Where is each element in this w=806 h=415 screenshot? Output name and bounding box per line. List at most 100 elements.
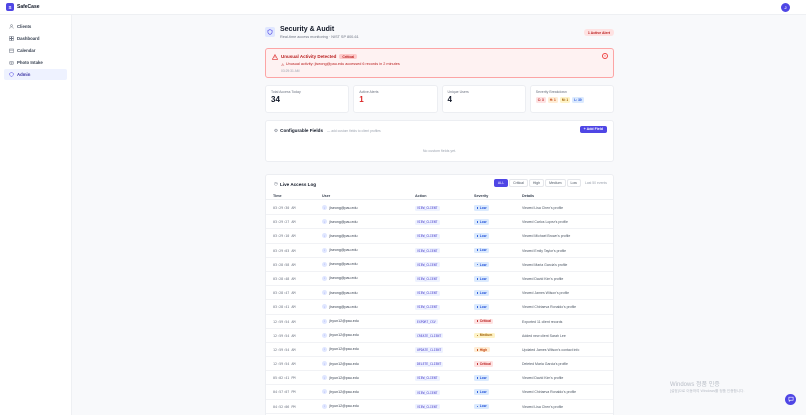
table-row[interactable]: 05:02:41 PM ◦ jhyun12@pau.edu VIEW_CLIENT Lo…	[266, 371, 613, 386]
table-row[interactable]: 03:28:48 AM ◦ jlseong@pau.edu VIEW_CLIENT Lo…	[266, 272, 613, 287]
severity-medium-count: M: 1	[559, 97, 571, 103]
row-time: 04:52:06 PM	[273, 404, 296, 409]
dashboard-icon	[9, 36, 14, 41]
active-alert-badge[interactable]: 1 Active Alert	[583, 29, 614, 36]
row-user: ◦ jhyun12@pau.edu	[322, 332, 359, 338]
table-row[interactable]: 12:59:54 AM ◦ jhyun12@pau.edu EXPORT_CSV Cri…	[266, 315, 613, 329]
configurable-fields-card: ⚙ Configurable Fields — add custom field…	[265, 120, 614, 162]
row-user-email: jlseong@pau.edu	[329, 233, 358, 238]
row-user-email: jhyun12@pau.edu	[329, 375, 359, 380]
table-row[interactable]: 03:29:10 AM ◦ jlseong@pau.edu VIEW_CLIENT Lo…	[266, 229, 613, 244]
user-avatar-icon: ◦	[322, 261, 327, 267]
sidebar-item-admin[interactable]: Admin	[4, 69, 67, 80]
row-details: Viewed Lisa Chen's profile	[522, 206, 564, 210]
row-user-email: jlseong@pau.edu	[329, 262, 358, 267]
app-logo[interactable]: S	[6, 3, 14, 11]
row-details: Viewed James Wilson's profile	[522, 291, 570, 296]
row-severity-badge: Critical	[474, 318, 494, 325]
row-details: Viewed David Kim's profile	[522, 276, 564, 281]
row-user: ◦ jhyun12@pau.edu	[322, 346, 359, 352]
alert-warning-icon: ⚠	[281, 62, 285, 67]
card-title: ◷ Live Access Log	[274, 181, 316, 187]
user-avatar-icon: ◦	[322, 346, 327, 352]
table-row[interactable]: 03:29:03 AM ◦ jlseong@pau.edu VIEW_CLIENT Lo…	[266, 244, 613, 258]
card-title: ⚙ Configurable Fields — add custom field…	[274, 128, 381, 134]
filter-high[interactable]: High	[528, 178, 545, 187]
stat-active-alerts: Active Alerts 1	[353, 85, 438, 113]
row-action: EXPORT_CSV	[415, 319, 438, 325]
add-field-button[interactable]: + Add Field	[579, 125, 607, 133]
table-row[interactable]: 03:28:47 AM ◦ jlseong@pau.edu VIEW_CLIENT Lo…	[266, 286, 613, 301]
row-user: ◦ jhyun12@pau.edu	[322, 318, 359, 324]
severity-high-count: H: 1	[547, 97, 558, 103]
row-details: Viewed David Kim's profile	[522, 376, 564, 381]
alert-message-text: Unusual activity: jlseong@pau.edu access…	[285, 62, 400, 66]
access-log-rows: 03:29:30 AM ◦ jlseong@pau.edu VIEW_CLIENT Lo…	[266, 201, 613, 414]
row-user-email: jlseong@pau.edu	[329, 290, 358, 295]
filter-low[interactable]: Low	[566, 178, 581, 187]
table-row[interactable]: 03:29:27 AM ◦ jlseong@pau.edu VIEW_CLIENT Lo…	[266, 215, 613, 230]
sidebar-item-photo-intake[interactable]: Photo Intake	[4, 57, 67, 68]
chat-button[interactable]	[785, 394, 796, 405]
row-user-email: jhyun12@pau.edu	[329, 404, 359, 409]
row-user: ◦ jhyun12@pau.edu	[322, 403, 359, 409]
row-time: 12:59:54 AM	[273, 333, 296, 338]
filter-all[interactable]: ALL	[493, 178, 509, 187]
stat-label: Severity Breakdown	[535, 90, 567, 94]
row-user-email: jhyun12@pau.edu	[329, 347, 359, 352]
table-header: Time User Action Severity Details	[266, 191, 613, 200]
row-user-email: jlseong@pau.edu	[329, 248, 358, 253]
sidebar-item-dashboard[interactable]: Dashboard	[4, 33, 67, 44]
row-user: ◦ jlseong@pau.edu	[322, 261, 358, 267]
sidebar-item-label: Photo Intake	[17, 60, 43, 65]
table-row[interactable]: 03:29:30 AM ◦ jlseong@pau.edu VIEW_CLIENT Lo…	[266, 201, 613, 216]
row-user: ◦ jhyun12@pau.edu	[322, 361, 359, 367]
sidebar-item-clients[interactable]: Clients	[4, 21, 67, 32]
row-severity-badge: Low	[474, 403, 489, 410]
top-bar: S SafeCase J	[0, 0, 806, 15]
alert-title: Unusual Activity Detected Critical	[281, 54, 358, 59]
filter-critical[interactable]: Critical	[509, 178, 528, 187]
filter-medium[interactable]: Medium	[545, 178, 566, 187]
row-time: 12:59:54 AM	[273, 347, 296, 352]
row-user-email: jlseong@pau.edu	[329, 276, 358, 281]
row-severity-badge: Medium	[474, 332, 495, 339]
user-avatar-icon: ◦	[322, 403, 327, 409]
stat-label: Total Access Today	[271, 90, 301, 94]
security-content: Security & Audit Real-time access monito…	[265, 15, 614, 415]
user-avatar[interactable]: J	[781, 3, 790, 12]
close-icon: ×	[603, 54, 607, 58]
row-severity-badge: Low	[474, 205, 489, 211]
table-row[interactable]: 12:59:54 AM ◦ jhyun12@pau.edu DELETE_CLIENT…	[266, 357, 613, 372]
row-details: Exported 11 client records	[522, 319, 563, 324]
row-action: VIEW_CLIENT	[415, 404, 440, 410]
table-row[interactable]: 03:28:58 AM ◦ jlseong@pau.edu VIEW_CLIENT Lo…	[266, 258, 613, 272]
row-severity-badge: Critical	[474, 361, 494, 367]
column-header-details: Details	[522, 193, 535, 198]
row-time: 03:29:03 AM	[273, 248, 296, 253]
row-time: 03:28:48 AM	[273, 276, 296, 281]
row-action: VIEW_CLIENT	[415, 219, 440, 225]
row-severity-badge: Low	[474, 261, 489, 268]
row-user: ◦ jlseong@pau.edu	[322, 205, 358, 210]
access-log-card: ◷ Live Access Log ALL Critical High Medi…	[265, 174, 614, 415]
user-avatar-icon: ◦	[322, 332, 327, 338]
row-user: ◦ jlseong@pau.edu	[322, 290, 358, 296]
table-row[interactable]: 04:57:07 PM ◦ jhyun12@pau.edu VIEW_CLIENT Lo…	[266, 385, 613, 400]
row-action: VIEW_CLIENT	[415, 389, 440, 396]
table-row[interactable]: 12:59:54 AM ◦ jhyun12@pau.edu UPDATE_CLIENT…	[266, 343, 613, 358]
row-severity-badge: Low	[474, 219, 489, 225]
sidebar-item-calendar[interactable]: Calendar	[4, 45, 67, 56]
app-name[interactable]: SafeCase	[17, 4, 40, 10]
user-avatar-icon: ◦	[322, 375, 327, 381]
row-user: ◦ jlseong@pau.edu	[322, 247, 358, 253]
stat-value: 4	[447, 95, 452, 104]
table-row[interactable]: 03:28:41 AM ◦ jlseong@pau.edu VIEW_CLIENT Lo…	[266, 300, 613, 315]
table-row[interactable]: 04:52:06 PM ◦ jhyun12@pau.edu VIEW_CLIENT Lo…	[266, 400, 613, 414]
user-avatar-icon: ◦	[322, 219, 327, 225]
event-count-note: Last 50 events	[584, 180, 607, 185]
severity-breakdown: C: 3 H: 1 M: 1 L: 30	[535, 97, 608, 103]
table-row[interactable]: 12:59:54 AM ◦ jhyun12@pau.edu CREATE_CLIENT…	[266, 329, 613, 343]
row-details: Deleted Maria Garcia's profile	[522, 362, 568, 367]
dismiss-alert-button[interactable]: ×	[602, 53, 608, 59]
